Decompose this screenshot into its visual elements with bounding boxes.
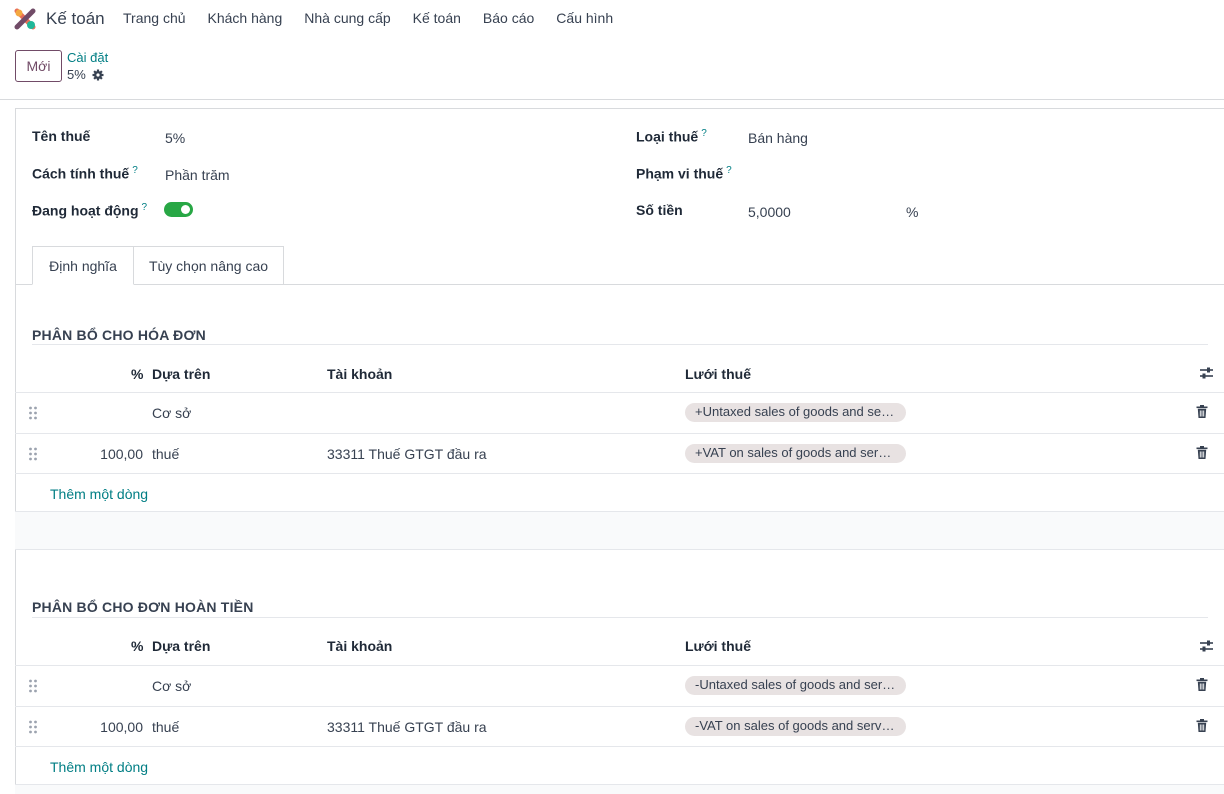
row-percent[interactable]: 100,00 xyxy=(83,719,143,735)
add-line-link[interactable]: Thêm một dòng xyxy=(50,759,148,775)
column-account[interactable]: Tài khoản xyxy=(327,638,392,654)
row-based-on[interactable]: Cơ sở xyxy=(152,405,191,421)
table-footer-band xyxy=(15,511,1224,550)
amount-field[interactable]: 5,0000 xyxy=(748,204,791,220)
drag-handle-icon[interactable] xyxy=(28,447,38,461)
tab-advanced-options[interactable]: Tùy chọn nâng cao xyxy=(133,246,284,285)
breadcrumb-current: 5% xyxy=(67,67,104,82)
top-navbar: Kế toán Trang chủ Khách hàng Nhà cung cấ… xyxy=(0,0,1224,38)
menu-item-reporting[interactable]: Báo cáo xyxy=(472,10,545,26)
add-line-link[interactable]: Thêm một dòng xyxy=(50,486,148,502)
active-label: Đang hoạt động? xyxy=(32,202,148,219)
tax-type-field[interactable]: Bán hàng xyxy=(748,130,808,146)
new-button[interactable]: Mới xyxy=(15,50,62,82)
help-tooltip-icon[interactable]: ? xyxy=(132,165,138,176)
tax-name-field[interactable]: 5% xyxy=(165,130,185,146)
trash-icon[interactable] xyxy=(1196,719,1208,732)
trash-icon[interactable] xyxy=(1196,678,1208,691)
row-based-on[interactable]: thuế xyxy=(152,446,179,462)
computation-label: Cách tính thuế? xyxy=(32,165,138,182)
section-underline xyxy=(32,617,1208,618)
column-account[interactable]: Tài khoản xyxy=(327,366,392,382)
column-based-on[interactable]: Dựa trên xyxy=(152,366,210,382)
main-menu: Trang chủ Khách hàng Nhà cung cấp Kế toá… xyxy=(112,10,624,26)
gear-icon[interactable] xyxy=(92,69,104,81)
column-tax-grids[interactable]: Lưới thuế xyxy=(685,638,751,654)
column-percent[interactable]: % xyxy=(131,638,143,654)
amount-unit: % xyxy=(906,204,919,220)
row-divider xyxy=(15,706,1224,707)
section-underline xyxy=(32,344,1208,345)
row-divider xyxy=(15,746,1224,747)
tax-type-label: Loại thuế? xyxy=(636,128,707,145)
row-divider xyxy=(15,433,1224,434)
row-account[interactable]: 33311 Thuế GTGT đầu ra xyxy=(327,446,487,462)
drag-handle-icon[interactable] xyxy=(28,720,38,734)
row-based-on[interactable]: Cơ sở xyxy=(152,678,191,694)
control-panel-divider xyxy=(0,99,1224,100)
tax-scope-label: Phạm vi thuế? xyxy=(636,165,732,182)
tab-definition[interactable]: Định nghĩa xyxy=(32,246,134,285)
row-divider xyxy=(15,473,1224,474)
trash-icon[interactable] xyxy=(1196,446,1208,459)
help-tooltip-icon[interactable]: ? xyxy=(726,165,732,176)
row-divider xyxy=(15,665,1224,666)
row-percent[interactable]: 100,00 xyxy=(83,446,143,462)
help-tooltip-icon[interactable]: ? xyxy=(701,128,707,139)
tax-grid-tag[interactable]: -VAT on sales of goods and services xyxy=(685,717,906,736)
tax-name-label: Tên thuế xyxy=(32,128,91,144)
trash-icon[interactable] xyxy=(1196,405,1208,418)
active-toggle[interactable] xyxy=(164,202,193,217)
column-based-on[interactable]: Dựa trên xyxy=(152,638,210,654)
refund-section-title: PHÂN BỔ CHO ĐƠN HOÀN TIỀN xyxy=(32,599,254,615)
drag-handle-icon[interactable] xyxy=(28,679,38,693)
form-sheet xyxy=(15,108,1224,794)
menu-item-customers[interactable]: Khách hàng xyxy=(197,10,294,26)
optional-columns-icon[interactable] xyxy=(1199,639,1214,653)
invoice-section-title: PHÂN BỔ CHO HÓA ĐƠN xyxy=(32,327,206,343)
computation-field[interactable]: Phần trăm xyxy=(165,167,230,183)
menu-item-accounting[interactable]: Kế toán xyxy=(402,10,472,26)
drag-handle-icon[interactable] xyxy=(28,406,38,420)
column-tax-grids[interactable]: Lưới thuế xyxy=(685,366,751,382)
row-account[interactable]: 33311 Thuế GTGT đầu ra xyxy=(327,719,487,735)
row-based-on[interactable]: thuế xyxy=(152,719,179,735)
app-logo-icon[interactable] xyxy=(14,8,36,30)
amount-label: Số tiền xyxy=(636,202,683,218)
optional-columns-icon[interactable] xyxy=(1199,366,1214,380)
table-footer-band xyxy=(15,784,1224,794)
menu-item-home[interactable]: Trang chủ xyxy=(112,10,197,26)
row-divider xyxy=(15,392,1224,393)
tax-grid-tag[interactable]: +Untaxed sales of goods and services xyxy=(685,403,906,422)
menu-item-vendors[interactable]: Nhà cung cấp xyxy=(293,10,401,26)
tax-grid-tag[interactable]: +VAT on sales of goods and services xyxy=(685,444,906,463)
menu-item-configuration[interactable]: Cấu hình xyxy=(545,10,624,26)
help-tooltip-icon[interactable]: ? xyxy=(142,202,148,213)
column-percent[interactable]: % xyxy=(131,366,143,382)
record-title: 5% xyxy=(67,67,86,82)
tax-grid-tag[interactable]: -Untaxed sales of goods and services xyxy=(685,676,906,695)
app-name[interactable]: Kế toán xyxy=(46,9,105,29)
breadcrumb-parent[interactable]: Cài đặt xyxy=(67,50,108,65)
